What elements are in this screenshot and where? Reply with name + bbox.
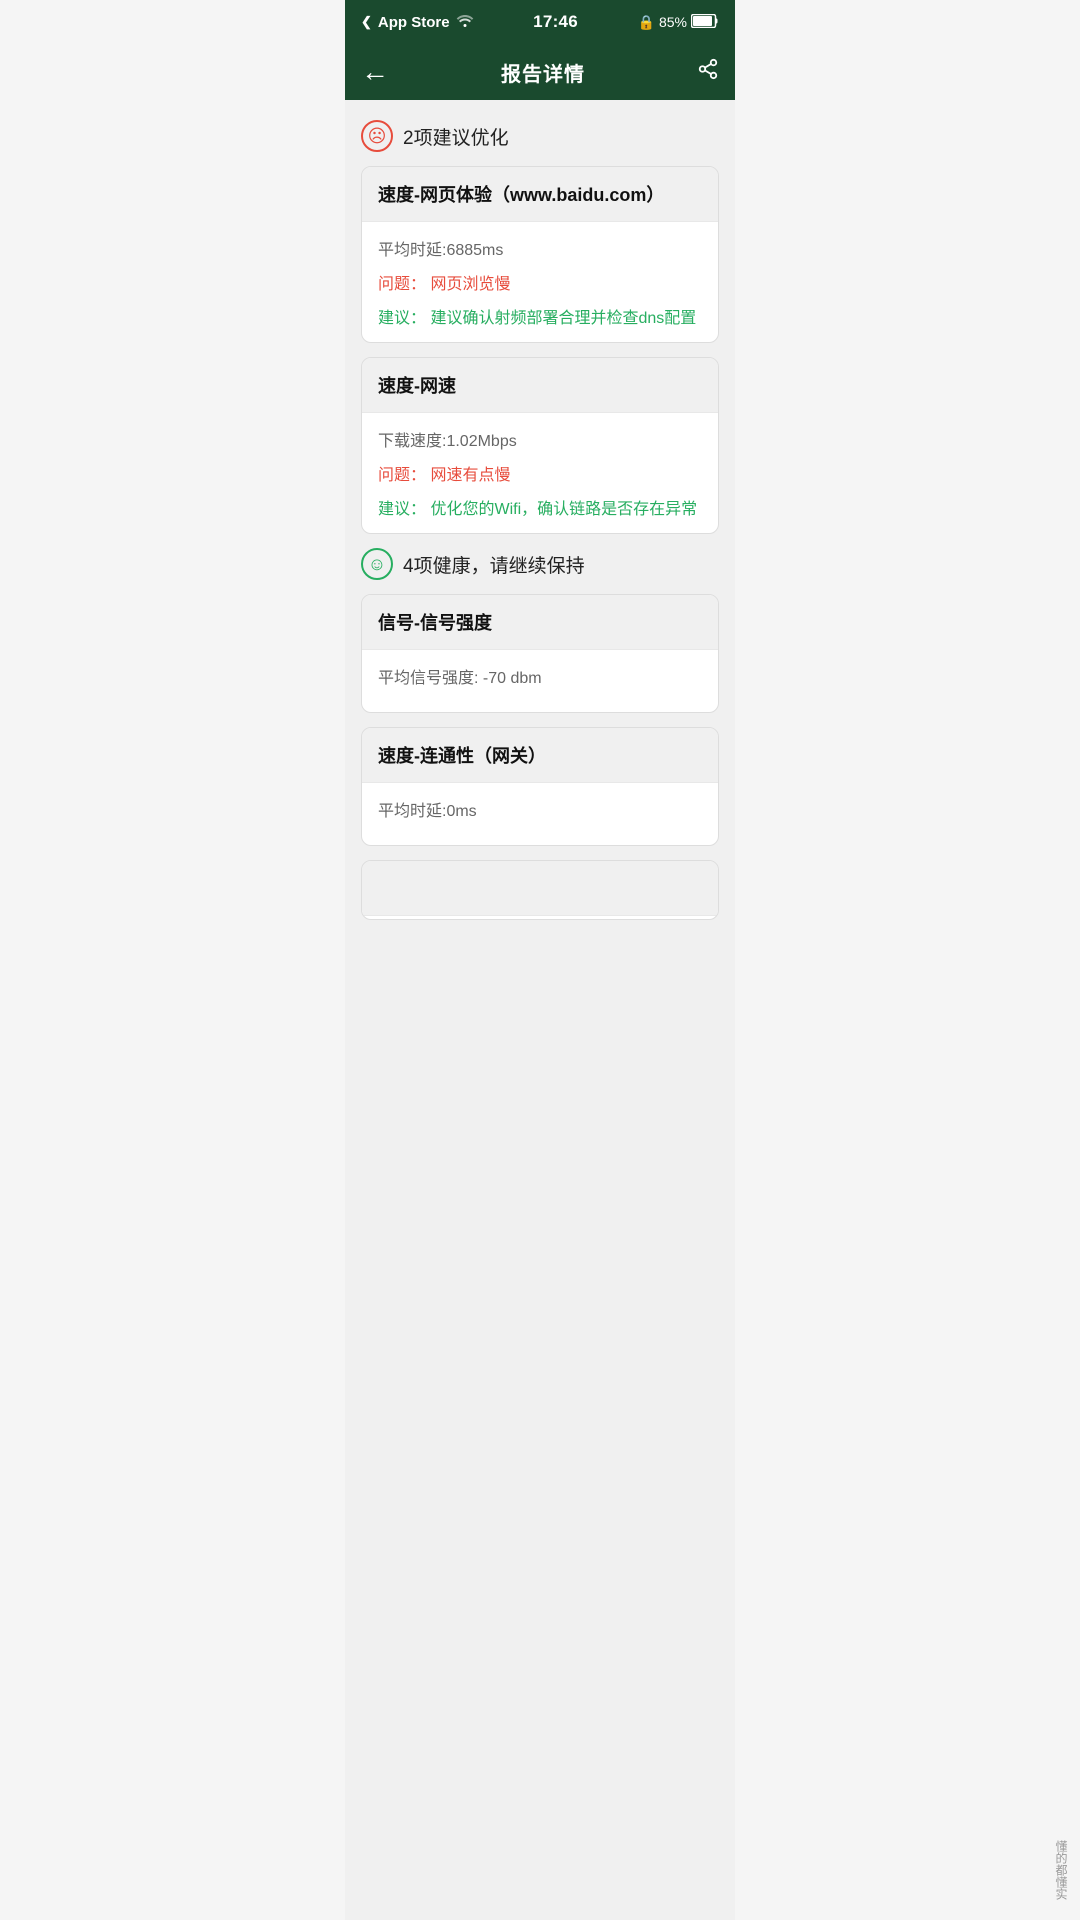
card-web-experience-body: 平均时延:6885ms 问题： 网页浏览慢 建议： 建议确认射频部署合理并检查d… (362, 222, 718, 342)
network-speed-suggestion-value: 优化您的Wifi，确认链路是否存在异常 (430, 501, 697, 518)
signal-strength-stat: 平均信号强度: -70 dbm (378, 664, 702, 688)
card-network-speed-title: 速度-网速 (378, 376, 456, 396)
card-signal-strength-header: 信号-信号强度 (362, 595, 718, 650)
web-experience-suggestion-value: 建议确认射频部署合理并检查dns配置 (430, 310, 696, 327)
card-web-experience-title: 速度-网页体验（www.baidu.com） (378, 185, 664, 205)
card-web-experience: 速度-网页体验（www.baidu.com） 平均时延:6885ms 问题： 网… (361, 166, 719, 343)
healthy-section-header: ☺ 4项健康，请继续保持 (361, 548, 719, 580)
card-signal-strength: 信号-信号强度 平均信号强度: -70 dbm (361, 594, 719, 713)
card-signal-strength-body: 平均信号强度: -70 dbm (362, 650, 718, 712)
lock-icon: 🔒 (638, 14, 655, 31)
web-experience-problem-value: 网页浏览慢 (430, 276, 510, 293)
main-content: ☹ 2项建议优化 速度-网页体验（www.baidu.com） 平均时延:688… (345, 100, 735, 1920)
wifi-icon (456, 13, 474, 31)
card-network-speed-header: 速度-网速 (362, 358, 718, 413)
network-speed-suggestion: 建议： 优化您的Wifi，确认链路是否存在异常 (378, 495, 702, 519)
web-experience-problem-label: 问题： (378, 276, 426, 293)
card-web-experience-header: 速度-网页体验（www.baidu.com） (362, 167, 718, 222)
card-gateway: 速度-连通性（网关） 平均时延:0ms (361, 727, 719, 846)
network-speed-problem-label: 问题： (378, 467, 426, 484)
network-speed-problem: 问题： 网速有点慢 (378, 461, 702, 485)
card-partial-title (378, 879, 396, 899)
card-partial (361, 860, 719, 920)
battery-percent: 85% (659, 14, 687, 30)
status-bar: ❮ App Store 17:46 🔒 85% (345, 0, 735, 44)
network-speed-stat: 下载速度:1.02Mbps (378, 427, 702, 451)
back-arrow-status: ❮ (361, 14, 372, 30)
warning-section-title: 2项建议优化 (403, 123, 509, 150)
card-network-speed: 速度-网速 下载速度:1.02Mbps 问题： 网速有点慢 建议： 优化您的Wi… (361, 357, 719, 534)
page-title: 报告详情 (501, 58, 585, 87)
status-time: 17:46 (533, 12, 578, 32)
web-experience-problem: 问题： 网页浏览慢 (378, 270, 702, 294)
app-store-label: App Store (378, 14, 450, 31)
warning-section-header: ☹ 2项建议优化 (361, 120, 719, 152)
gateway-stat: 平均时延:0ms (378, 797, 702, 821)
battery-icon (691, 14, 719, 31)
card-gateway-header: 速度-连通性（网关） (362, 728, 718, 783)
nav-bar: ← 报告详情 (345, 44, 735, 100)
card-network-speed-body: 下载速度:1.02Mbps 问题： 网速有点慢 建议： 优化您的Wifi，确认链… (362, 413, 718, 533)
happy-icon: ☺ (361, 548, 393, 580)
status-right: 🔒 85% (638, 14, 719, 31)
web-experience-suggestion-label: 建议： (378, 310, 426, 327)
sad-icon: ☹ (361, 120, 393, 152)
card-signal-strength-title: 信号-信号强度 (378, 613, 492, 633)
back-button[interactable]: ← (361, 58, 389, 86)
healthy-section-title: 4项健康，请继续保持 (403, 551, 585, 578)
web-experience-stat: 平均时延:6885ms (378, 236, 702, 260)
status-left: ❮ App Store (361, 13, 474, 31)
network-speed-problem-value: 网速有点慢 (430, 467, 510, 484)
share-button[interactable] (697, 58, 719, 86)
watermark: 懂的都懂实 (1053, 1840, 1070, 1900)
card-partial-header (362, 861, 718, 916)
network-speed-suggestion-label: 建议： (378, 501, 426, 518)
card-gateway-body: 平均时延:0ms (362, 783, 718, 845)
card-gateway-title: 速度-连通性（网关） (378, 746, 546, 766)
web-experience-suggestion: 建议： 建议确认射频部署合理并检查dns配置 (378, 304, 702, 328)
